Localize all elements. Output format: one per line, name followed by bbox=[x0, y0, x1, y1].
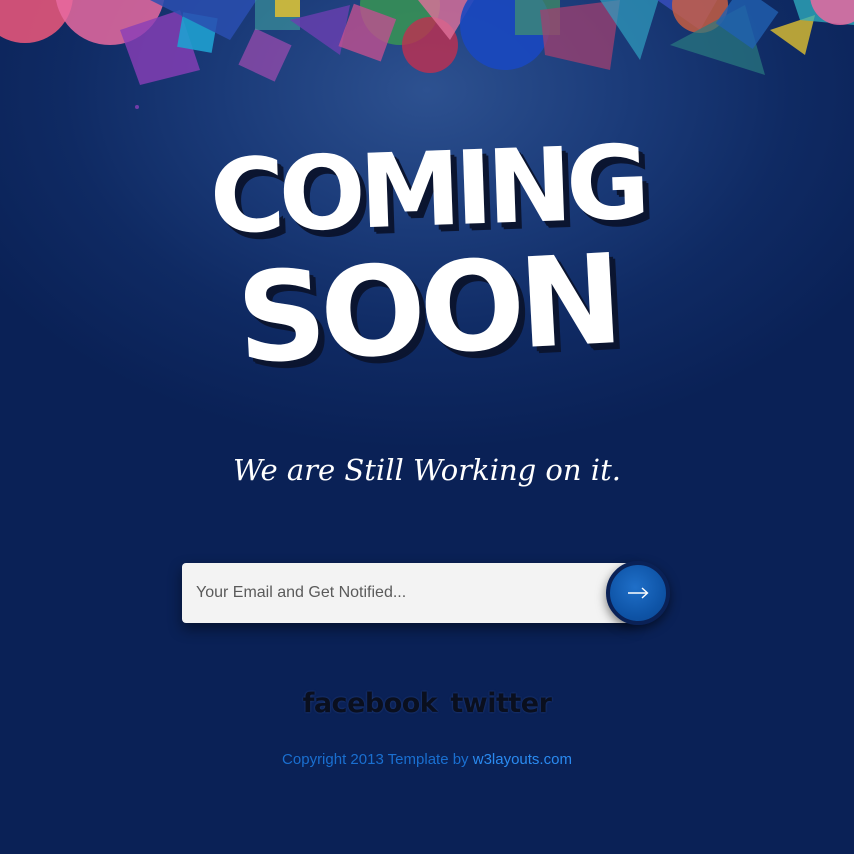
subscribe-form bbox=[182, 561, 670, 625]
tagline: We are Still Working on it. bbox=[233, 453, 621, 487]
confetti-shapes bbox=[0, 0, 854, 109]
w3layouts-link[interactable]: w3layouts.com bbox=[473, 751, 572, 768]
twitter-link[interactable]: twitter bbox=[450, 688, 552, 719]
submit-button[interactable] bbox=[606, 561, 670, 625]
facebook-link[interactable]: facebook bbox=[303, 688, 438, 719]
email-field[interactable] bbox=[182, 563, 632, 623]
coming-soon-heading: COMING SOON bbox=[0, 123, 854, 391]
social-links: facebook twitter bbox=[0, 688, 854, 719]
copyright-text: Copyright 2013 Template by bbox=[282, 751, 469, 768]
confetti-decoration bbox=[0, 0, 854, 120]
arrow-right-icon bbox=[628, 587, 649, 599]
footer: Copyright 2013 Template by w3layouts.com bbox=[0, 751, 854, 768]
